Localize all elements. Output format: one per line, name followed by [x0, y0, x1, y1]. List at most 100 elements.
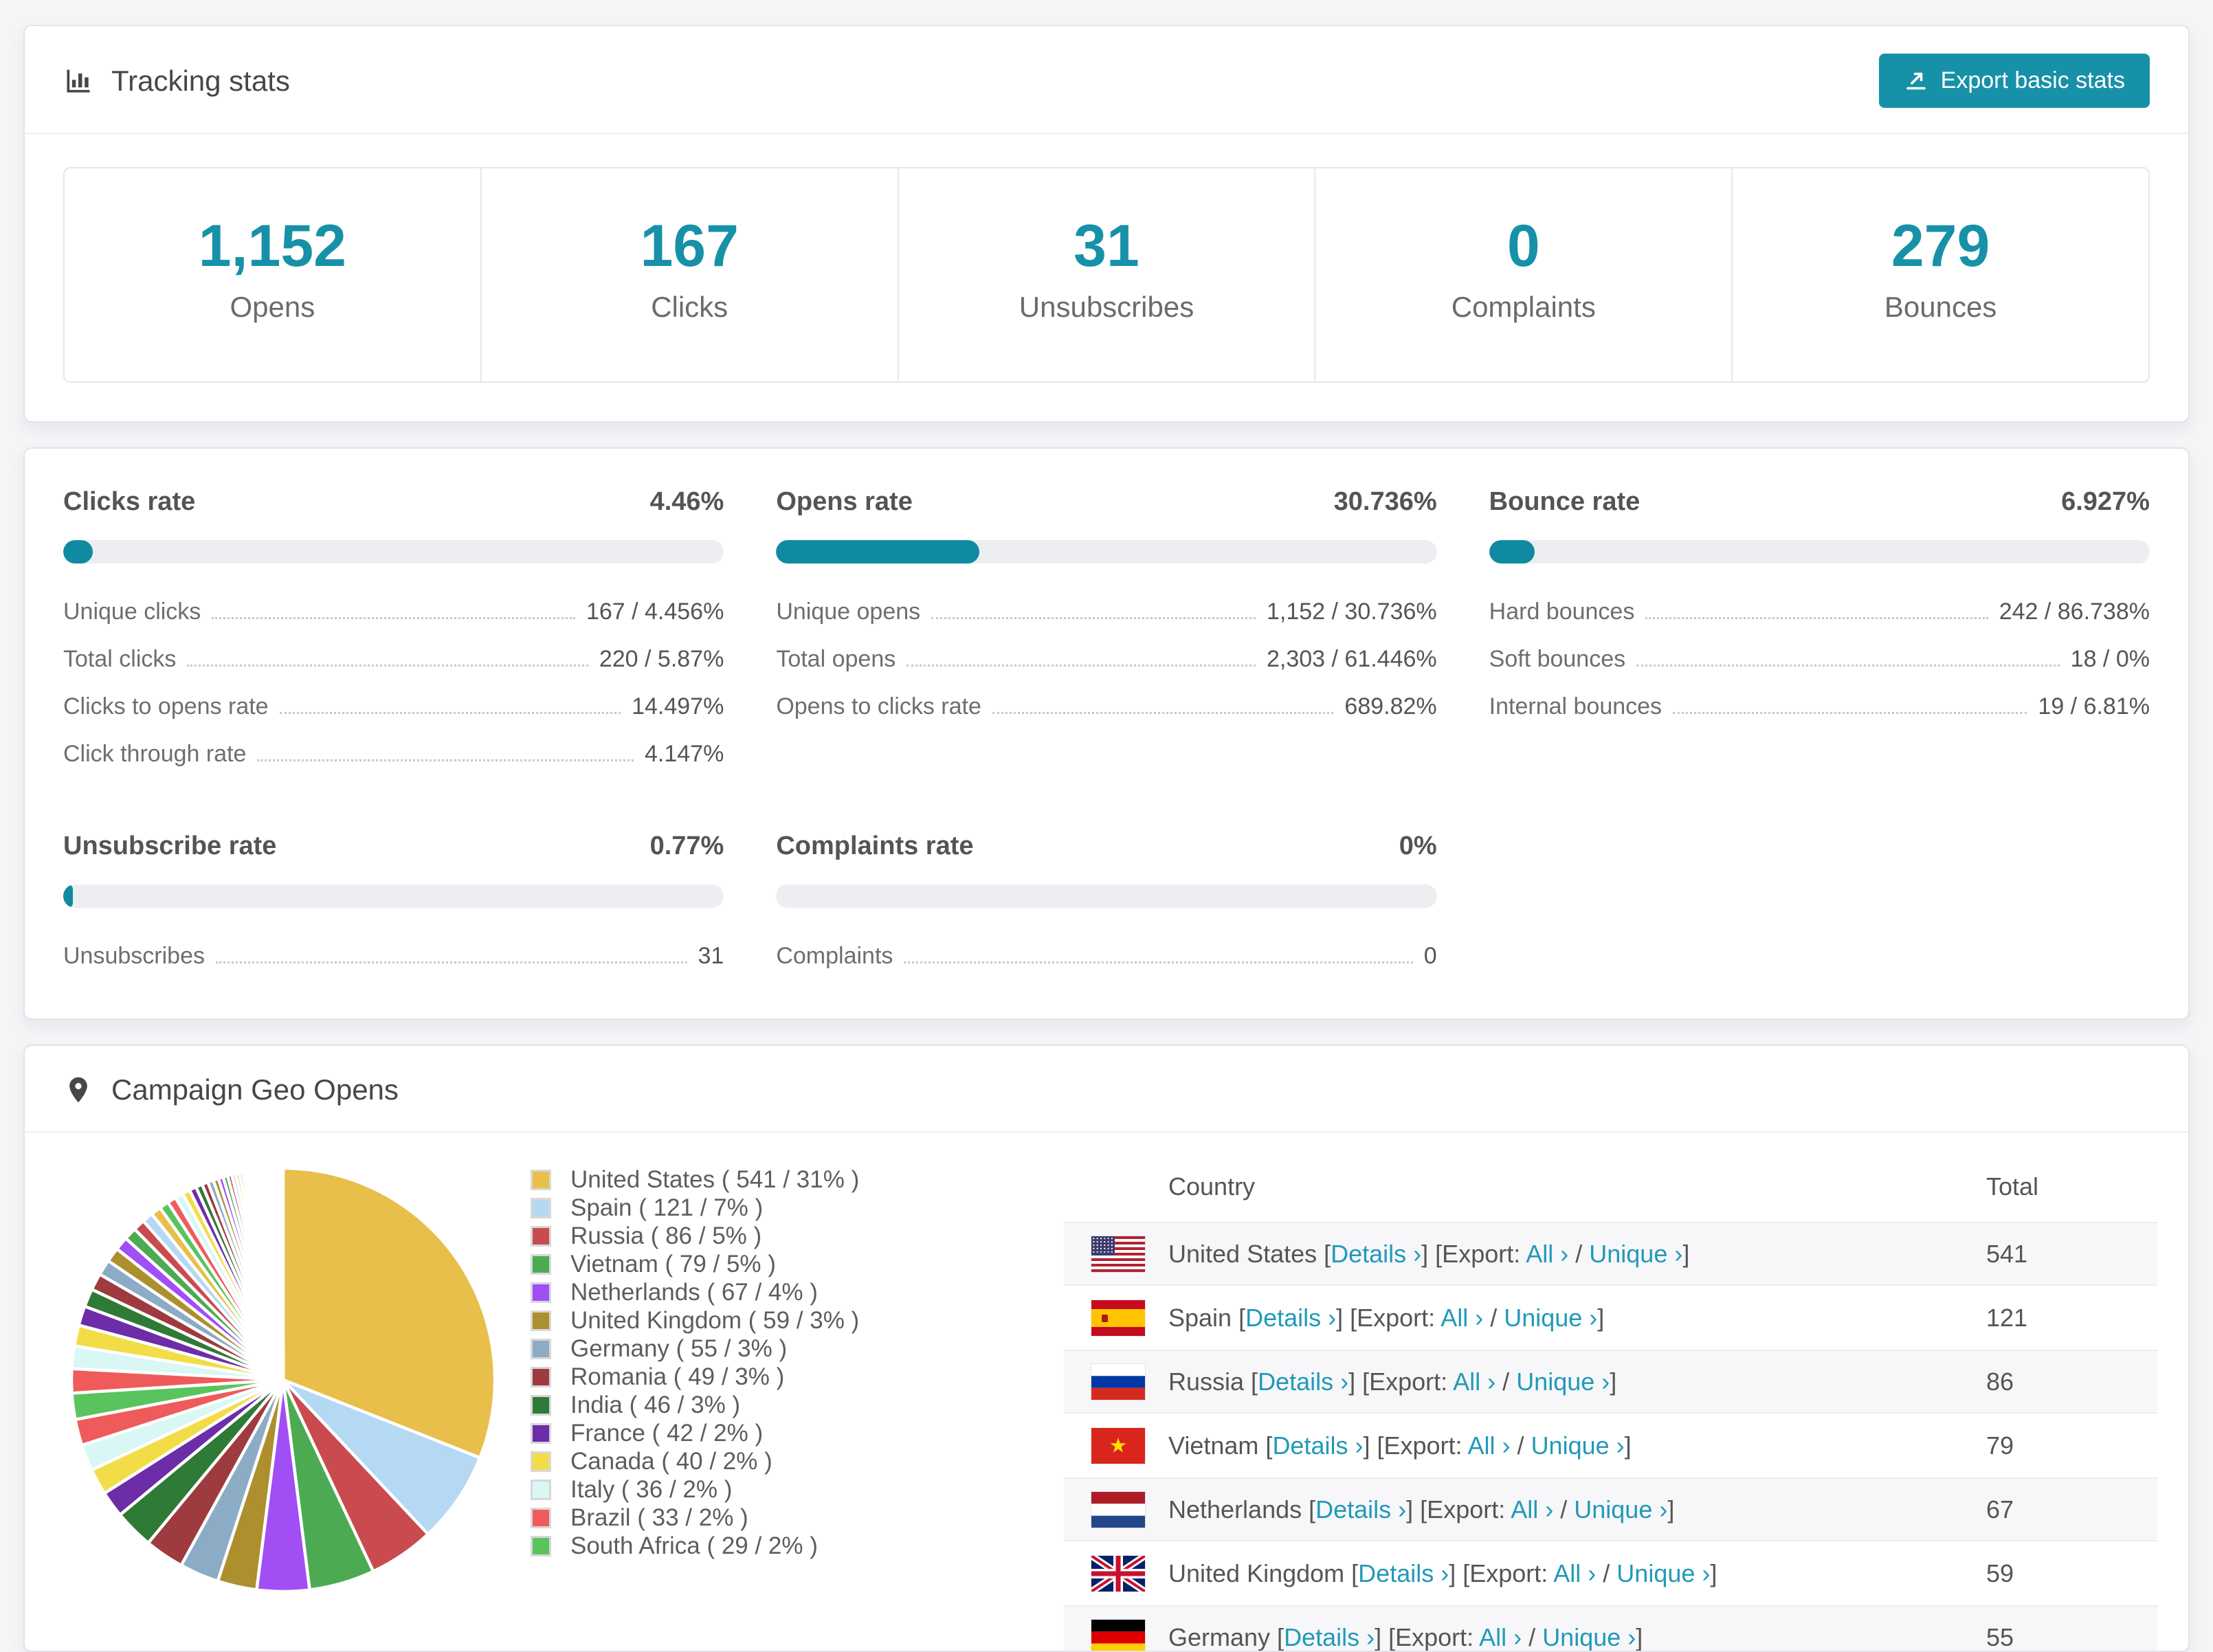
legend-item[interactable]: Spain ( 121 / 7% ) [531, 1194, 1043, 1222]
rate-title-row: Bounce rate 6.927% [1489, 487, 2150, 517]
details-link[interactable]: Details › [1315, 1495, 1406, 1523]
details-link[interactable]: Details › [1272, 1431, 1363, 1460]
legend-item[interactable]: Canada ( 40 / 2% ) [531, 1447, 1043, 1475]
metric-leader [187, 665, 588, 667]
metric-row: Unique clicks167 / 4.456% [63, 588, 724, 636]
legend-item[interactable]: Russia ( 86 / 5% ) [531, 1222, 1043, 1250]
export-unique-link[interactable]: Unique › [1504, 1304, 1597, 1332]
details-link[interactable]: Details › [1245, 1304, 1336, 1332]
details-link[interactable]: Details › [1284, 1623, 1375, 1651]
legend-item[interactable]: Italy ( 36 / 2% ) [531, 1475, 1043, 1504]
metric-leader [992, 712, 1334, 714]
rate-title: Complaints rate [776, 831, 973, 861]
legend-item[interactable]: South Africa ( 29 / 2% ) [531, 1532, 1043, 1560]
progress-fill [63, 884, 73, 908]
legend-item[interactable]: Netherlands ( 67 / 4% ) [531, 1278, 1043, 1306]
table-row: Germany [Details ›] [Export: All › / Uni… [1064, 1605, 2158, 1652]
legend-swatch [531, 1451, 551, 1472]
stat-card: 0Complaints [1315, 168, 1733, 381]
row-total: 121 [1986, 1304, 2158, 1332]
row-total: 541 [1986, 1240, 2158, 1269]
stat-card: 279Bounces [1733, 168, 2148, 381]
stat-value: 0 [1315, 216, 1731, 276]
export-all-link[interactable]: All › [1511, 1495, 1553, 1523]
legend-item[interactable]: Romania ( 49 / 3% ) [531, 1363, 1043, 1391]
geo-card: Campaign Geo Opens United States ( 541 /… [23, 1045, 2190, 1652]
metric-leader [931, 617, 1256, 619]
rate-value: 6.927% [2061, 487, 2150, 517]
geo-legend: United States ( 541 / 31% )Spain ( 121 /… [531, 1165, 1043, 1652]
metric-row: Soft bounces18 / 0% [1489, 636, 2150, 683]
export-all-link[interactable]: All › [1479, 1623, 1522, 1651]
export-unique-link[interactable]: Unique › [1574, 1495, 1667, 1523]
legend-item[interactable]: United Kingdom ( 59 / 3% ) [531, 1306, 1043, 1335]
metric-label: Unique clicks [63, 599, 201, 625]
export-basic-stats-button[interactable]: Export basic stats [1879, 54, 2150, 108]
metric-row: Total opens2,303 / 61.446% [776, 636, 1436, 683]
legend-item[interactable]: France ( 42 / 2% ) [531, 1419, 1043, 1447]
legend-item[interactable]: India ( 46 / 3% ) [531, 1391, 1043, 1419]
country-name: Vietnam [1168, 1431, 1258, 1460]
legend-swatch [531, 1226, 551, 1247]
country-flag-nl [1091, 1492, 1145, 1528]
metric-value: 19 / 6.81% [2038, 693, 2150, 720]
legend-label: Germany ( 55 / 3% ) [570, 1335, 787, 1363]
legend-item[interactable]: Brazil ( 33 / 2% ) [531, 1504, 1043, 1532]
legend-swatch [531, 1508, 551, 1528]
legend-label: Italy ( 36 / 2% ) [570, 1476, 732, 1504]
metric-label: Complaints [776, 943, 893, 970]
legend-item[interactable]: United States ( 541 / 31% ) [531, 1165, 1043, 1194]
legend-swatch [531, 1339, 551, 1359]
legend-swatch [531, 1367, 551, 1387]
legend-swatch [531, 1395, 551, 1416]
export-all-link[interactable]: All › [1441, 1304, 1483, 1332]
export-unique-link[interactable]: Unique › [1616, 1559, 1710, 1587]
export-unique-link[interactable]: Unique › [1531, 1431, 1625, 1460]
metric-label: Unsubscribes [63, 943, 205, 970]
export-all-link[interactable]: All › [1526, 1240, 1568, 1268]
metric-value: 4.147% [645, 741, 724, 768]
table-row: Russia [Details ›] [Export: All › / Uniq… [1064, 1350, 2158, 1414]
export-unique-link[interactable]: Unique › [1516, 1368, 1610, 1396]
export-unique-link[interactable]: Unique › [1589, 1240, 1682, 1268]
table-row: United States [Details ›] [Export: All ›… [1064, 1222, 2158, 1286]
metric-row: Complaints0 [776, 933, 1436, 980]
legend-item[interactable]: Vietnam ( 79 / 5% ) [531, 1250, 1043, 1278]
country-name: Germany [1168, 1623, 1270, 1651]
legend-item[interactable]: Germany ( 55 / 3% ) [531, 1335, 1043, 1363]
stat-label: Opens [65, 291, 480, 324]
metric-label: Total opens [776, 646, 896, 673]
metric-row: Unsubscribes 31 [63, 933, 724, 980]
export-all-link[interactable]: All › [1468, 1431, 1511, 1460]
geo-card-header: Campaign Geo Opens [25, 1046, 2188, 1132]
metric-row: Hard bounces242 / 86.738% [1489, 588, 2150, 636]
details-link[interactable]: Details › [1258, 1368, 1348, 1396]
export-all-link[interactable]: All › [1453, 1368, 1495, 1396]
details-link[interactable]: Details › [1331, 1240, 1421, 1268]
metric-row: Click through rate4.147% [63, 730, 724, 778]
pie-slice[interactable] [282, 1168, 283, 1380]
row-total: 86 [1986, 1368, 2158, 1396]
row-total: 79 [1986, 1431, 2158, 1460]
export-all-link[interactable]: All › [1553, 1559, 1596, 1587]
rate-title-row: Opens rate30.736% [776, 487, 1436, 517]
geo-title-row: Campaign Geo Opens [63, 1073, 399, 1106]
export-unique-link[interactable]: Unique › [1542, 1623, 1636, 1651]
details-link[interactable]: Details › [1358, 1559, 1449, 1587]
metric-value: 31 [698, 943, 724, 970]
country-name: United States [1168, 1240, 1317, 1268]
progress-bar [1489, 540, 2150, 563]
rate-title: Bounce rate [1489, 487, 1641, 517]
rate-value: 30.736% [1334, 487, 1437, 517]
legend-label: Romania ( 49 / 3% ) [570, 1363, 784, 1391]
rate-section: Unsubscribe rate0.77%Unsubscribes31 [63, 831, 724, 980]
legend-label: Spain ( 121 / 7% ) [570, 1194, 763, 1222]
legend-swatch [531, 1480, 551, 1500]
metric-leader [1645, 617, 1988, 619]
table-row: United Kingdom [Details ›] [Export: All … [1064, 1541, 2158, 1605]
progress-fill [1489, 540, 1535, 563]
legend-label: South Africa ( 29 / 2% ) [570, 1532, 818, 1560]
metric-leader [907, 665, 1256, 667]
metric-value: 242 / 86.738% [1999, 599, 2150, 625]
metric-label: Opens to clicks rate [776, 693, 981, 720]
